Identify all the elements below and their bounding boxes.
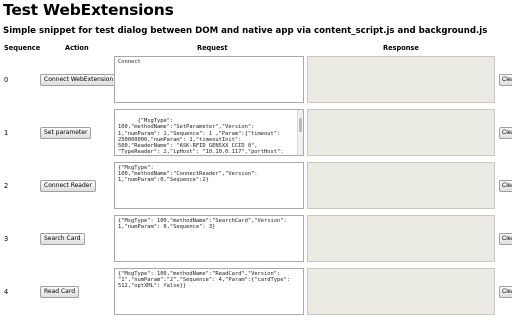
request-textarea[interactable]: {"MsgType": 100,"methodName":"SearchCard… <box>114 215 304 262</box>
request-text: {"MsgType": 100,"methodName":"SetParamet… <box>118 118 284 156</box>
request-textarea[interactable]: {"MsgType": 100,"methodName":"ReadCard",… <box>114 268 304 315</box>
table-row: 4 Read Card {"MsgType": 100,"methodName"… <box>0 268 512 318</box>
table-row: 3 Search Card {"MsgType": 100,"methodNam… <box>0 215 512 265</box>
header-request: Request <box>197 44 228 52</box>
sequence-cell: 0 <box>4 76 9 84</box>
clear-button[interactable]: Clear <box>499 127 512 139</box>
sequence-cell: 2 <box>4 182 9 190</box>
scrollbar-thumb[interactable] <box>299 118 302 132</box>
response-textarea <box>307 162 495 209</box>
sequence-cell: 4 <box>4 288 9 296</box>
response-textarea <box>307 109 495 156</box>
textarea-scrollbar[interactable] <box>297 110 303 155</box>
response-textarea <box>307 268 495 315</box>
request-textarea[interactable]: Connect <box>114 56 304 103</box>
response-textarea <box>307 215 495 262</box>
table-row: 0 Connect WebExtension Connect Clear <box>0 56 512 106</box>
clear-button[interactable]: Clear <box>499 180 512 192</box>
header-response: Response <box>383 44 419 52</box>
page-title: Test WebExtensions <box>3 1 174 19</box>
request-textarea[interactable]: {"MsgType": 100,"methodName":"ConnectRea… <box>114 162 304 209</box>
connect-reader-button[interactable]: Connect Reader <box>40 180 96 192</box>
header-action: Action <box>65 44 89 52</box>
sequence-cell: 1 <box>4 129 9 137</box>
request-textarea[interactable]: {"MsgType": 100,"methodName":"SetParamet… <box>114 109 304 156</box>
connect-webextension-button[interactable]: Connect WebExtension <box>40 74 118 86</box>
header-sequence: Sequence <box>4 44 41 52</box>
page-subtitle: Simple snippet for test dialog between D… <box>3 26 488 36</box>
page: Test WebExtensions Simple snippet for te… <box>0 0 512 320</box>
clear-button[interactable]: Clear <box>499 74 512 86</box>
table-row: 2 Connect Reader {"MsgType": 100,"method… <box>0 162 512 212</box>
sequence-cell: 3 <box>4 235 9 243</box>
read-card-button[interactable]: Read Card <box>40 286 80 298</box>
set-parameter-button[interactable]: Set parameter <box>40 127 92 139</box>
clear-button[interactable]: Clear <box>499 233 512 245</box>
clear-button[interactable]: Clear <box>499 286 512 298</box>
response-textarea <box>307 56 495 103</box>
table-row: 1 Set parameter {"MsgType": 100,"methodN… <box>0 109 512 159</box>
search-card-button[interactable]: Search Card <box>40 233 85 245</box>
